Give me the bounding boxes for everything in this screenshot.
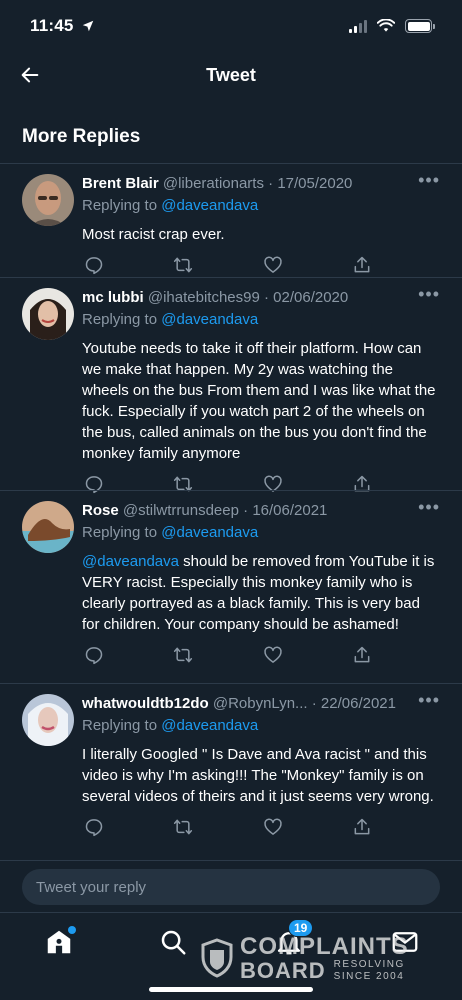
retweet-icon[interactable] <box>173 645 193 665</box>
reply-date: 16/06/2021 <box>252 502 328 519</box>
author-name[interactable]: mc lubbi <box>82 289 144 306</box>
mention-link[interactable]: @daveandava <box>161 717 258 734</box>
avatar[interactable] <box>22 694 74 746</box>
top-nav: Tweet <box>0 52 462 98</box>
author-name[interactable]: Rose <box>82 502 119 519</box>
separator-dot: · <box>259 289 274 306</box>
page-title: Tweet <box>206 64 256 85</box>
like-icon[interactable] <box>263 255 283 275</box>
reply-icon[interactable] <box>84 255 104 275</box>
location-arrow-icon <box>81 19 95 33</box>
author-handle[interactable]: @stilwtrrunsdeep <box>123 502 239 519</box>
reply-header: Brent Blair @liberationarts · 17/05/2020 <box>82 174 438 194</box>
reply-text: I literally Googled " Is Dave and Ava ra… <box>82 746 434 805</box>
author-handle[interactable]: @ihatebitches99 <box>148 289 260 306</box>
reply-text: @daveandava should be removed from YouTu… <box>82 551 438 635</box>
replying-to: Replying to @daveandava <box>82 310 438 330</box>
avatar[interactable] <box>22 288 74 340</box>
share-icon[interactable] <box>352 817 372 837</box>
tab-bar: 19 <box>0 912 462 1000</box>
reply-input[interactable] <box>22 869 440 905</box>
reply-composer <box>0 860 462 912</box>
unread-dot <box>68 926 76 934</box>
signal-icon <box>349 19 367 33</box>
replying-to: Replying to @daveandava <box>82 196 438 216</box>
replying-label: Replying to <box>82 717 158 734</box>
replying-label: Replying to <box>82 524 158 541</box>
separator-dot: · <box>307 695 321 712</box>
share-icon[interactable] <box>352 255 372 275</box>
reply-header: Rose @stilwtrrunsdeep · 16/06/2021 <box>82 501 438 521</box>
notification-badge: 19 <box>288 919 314 937</box>
reply-icon[interactable] <box>84 645 104 665</box>
author-handle[interactable]: @RobynLyn... <box>213 695 308 712</box>
retweet-icon[interactable] <box>173 817 193 837</box>
reply-body: Brent Blair @liberationarts · 17/05/2020… <box>82 174 438 275</box>
reply-item[interactable]: ••• Rose @stilwtrrunsdeep · 16/06/2021 R… <box>0 491 462 683</box>
battery-icon <box>405 19 435 33</box>
back-button[interactable] <box>16 61 44 89</box>
tab-home[interactable] <box>44 926 76 957</box>
mention-link[interactable]: @daveandava <box>82 553 179 570</box>
reply-date: 17/05/2020 <box>277 175 353 192</box>
author-name[interactable]: whatwouldtb12do <box>82 695 209 712</box>
reply-icon[interactable] <box>84 817 104 837</box>
reply-body: whatwouldtb12do @RobynLyn... · 22/06/202… <box>82 694 438 837</box>
separator-dot: · <box>263 175 278 192</box>
home-indicator <box>149 987 313 992</box>
wifi-icon <box>377 19 395 33</box>
action-bar <box>82 645 372 665</box>
reply-date: 02/06/2020 <box>273 289 349 306</box>
retweet-icon[interactable] <box>173 255 193 275</box>
avatar[interactable] <box>22 174 74 226</box>
author-name[interactable]: Brent Blair <box>82 175 159 192</box>
reply-body: mc lubbi @ihatebitches99 · 02/06/2020 Re… <box>82 288 438 494</box>
like-icon[interactable] <box>263 645 283 665</box>
reply-body: Rose @stilwtrrunsdeep · 16/06/2021 Reply… <box>82 501 438 665</box>
avatar[interactable] <box>22 501 74 553</box>
reply-item[interactable]: ••• whatwouldtb12do @RobynLyn... · 22/06… <box>0 684 462 860</box>
reply-date: 22/06/2021 <box>320 695 396 712</box>
reply-item[interactable]: ••• Brent Blair @liberationarts · 17/05/… <box>0 164 462 276</box>
author-handle[interactable]: @liberationarts <box>163 175 264 192</box>
tab-search[interactable] <box>158 927 188 957</box>
back-arrow-icon <box>19 64 41 86</box>
reply-text: Youtube needs to take it off their platf… <box>82 340 436 462</box>
mention-link[interactable]: @daveandava <box>161 311 258 328</box>
messages-icon <box>390 927 420 957</box>
section-title: More Replies <box>22 126 141 147</box>
share-icon[interactable] <box>352 645 372 665</box>
status-bar: 11:45 <box>0 0 462 52</box>
tab-messages[interactable] <box>390 927 420 957</box>
replying-to: Replying to @daveandava <box>82 523 438 543</box>
reply-header: mc lubbi @ihatebitches99 · 02/06/2020 <box>82 288 438 308</box>
reply-header: whatwouldtb12do @RobynLyn... · 22/06/202… <box>82 694 438 714</box>
action-bar <box>82 817 372 837</box>
replying-label: Replying to <box>82 197 158 214</box>
status-time: 11:45 <box>30 16 74 35</box>
action-bar <box>82 255 372 275</box>
reply-text: Most racist crap ever. <box>82 226 225 243</box>
like-icon[interactable] <box>263 817 283 837</box>
tab-notifications[interactable]: 19 <box>274 919 314 957</box>
mention-link[interactable]: @daveandava <box>161 197 258 214</box>
mention-link[interactable]: @daveandava <box>161 524 258 541</box>
reply-item[interactable]: ••• mc lubbi @ihatebitches99 · 02/06/202… <box>0 278 462 494</box>
replying-to: Replying to @daveandava <box>82 716 438 736</box>
replying-label: Replying to <box>82 311 158 328</box>
search-icon <box>158 927 188 957</box>
separator-dot: · <box>238 502 253 519</box>
